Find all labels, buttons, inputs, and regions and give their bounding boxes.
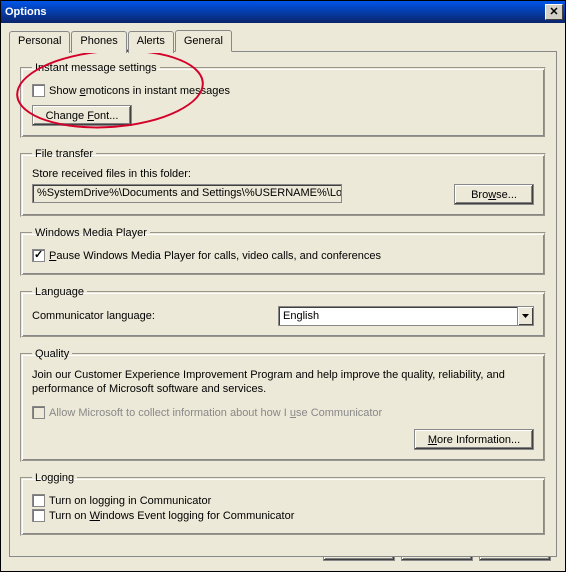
logging-communicator-label: Turn on logging in Communicator <box>49 495 211 507</box>
tab-strip: Personal Phones Alerts General <box>9 31 557 53</box>
group-instant-message: Instant message settings Show emoticons … <box>20 62 546 138</box>
group-quality: Quality Join our Customer Experience Imp… <box>20 348 546 462</box>
show-emoticons-checkbox[interactable] <box>32 84 45 97</box>
tab-alerts[interactable]: Alerts <box>128 31 174 53</box>
titlebar: Options ✕ <box>1 1 565 23</box>
quality-description: Join our Customer Experience Improvement… <box>32 368 534 396</box>
allow-collect-label: Allow Microsoft to collect information a… <box>49 407 382 419</box>
group-legend: Logging <box>32 472 77 484</box>
group-file-transfer: File transfer Store received files in th… <box>20 148 546 217</box>
logging-windows-event-checkbox[interactable] <box>32 509 45 522</box>
group-legend: Quality <box>32 348 72 360</box>
language-dropdown[interactable]: English <box>278 306 534 326</box>
logging-communicator-checkbox[interactable] <box>32 494 45 507</box>
language-value: English <box>283 310 319 322</box>
pause-wmp-label: Pause Windows Media Player for calls, vi… <box>49 250 381 262</box>
show-emoticons-label: Show emoticons in instant messages <box>49 85 230 97</box>
tab-label: Personal <box>18 35 61 47</box>
tab-panel-general: Instant message settings Show emoticons … <box>9 51 557 557</box>
group-legend: Windows Media Player <box>32 227 150 239</box>
allow-collect-checkbox <box>32 406 45 419</box>
group-logging: Logging Turn on logging in Communicator … <box>20 472 546 536</box>
pause-wmp-checkbox[interactable] <box>32 249 45 262</box>
group-legend: File transfer <box>32 148 96 160</box>
group-legend: Instant message settings <box>32 62 160 74</box>
chevron-down-icon <box>517 307 533 325</box>
group-legend: Language <box>32 286 87 298</box>
group-wmp: Windows Media Player Pause Windows Media… <box>20 227 546 276</box>
logging-windows-event-label: Turn on Windows Event logging for Commun… <box>49 510 294 522</box>
store-files-label: Store received files in this folder: <box>32 168 534 180</box>
content: Personal Phones Alerts General Instant m… <box>1 23 565 565</box>
tab-label: Phones <box>80 35 117 47</box>
tab-label: General <box>184 35 223 47</box>
language-label: Communicator language: <box>32 310 272 322</box>
store-path-field[interactable]: %SystemDrive%\Documents and Settings\%US… <box>32 184 342 203</box>
group-language: Language Communicator language: English <box>20 286 546 338</box>
window-title: Options <box>5 6 47 18</box>
close-icon: ✕ <box>549 6 558 18</box>
tab-general[interactable]: General <box>175 30 232 52</box>
tab-label: Alerts <box>137 35 165 47</box>
more-information-button[interactable]: More Information... <box>414 429 534 450</box>
tab-personal[interactable]: Personal <box>9 31 70 53</box>
browse-button[interactable]: Browse... <box>454 184 534 205</box>
tab-phones[interactable]: Phones <box>71 31 126 53</box>
close-button[interactable]: ✕ <box>545 4 563 20</box>
change-font-button[interactable]: Change Font... <box>32 105 132 126</box>
